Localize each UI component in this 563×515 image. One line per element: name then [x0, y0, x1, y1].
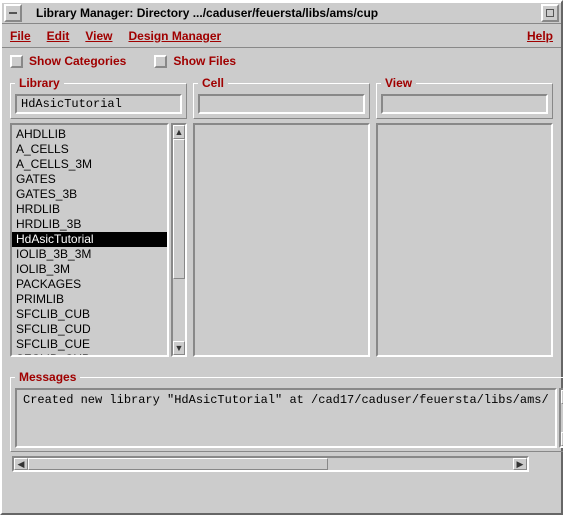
list-item[interactable]: SFCLIB_CUP	[12, 352, 167, 357]
view-fieldset: View	[376, 76, 553, 119]
cell-list[interactable]	[193, 123, 370, 357]
library-scrollbar[interactable]: ▲ ▼	[171, 123, 187, 357]
scroll-right-icon[interactable]: ▶	[513, 458, 527, 470]
library-legend: Library	[15, 76, 64, 90]
list-item[interactable]: HRDLIB_3B	[12, 217, 167, 232]
cell-list-area	[193, 123, 370, 357]
show-categories-label: Show Categories	[29, 54, 126, 68]
list-item[interactable]: GATES	[12, 172, 167, 187]
view-legend: View	[381, 76, 416, 90]
show-files-checkbox[interactable]	[154, 55, 167, 68]
messages-scrollbar[interactable]: ▲ ▼	[559, 388, 563, 448]
messages-section: Messages Created new library "HdAsicTuto…	[2, 370, 561, 476]
library-fieldset: Library	[10, 76, 187, 119]
window-title: Library Manager: Directory .../caduser/f…	[24, 6, 539, 20]
view-column: View	[376, 76, 553, 364]
menu-design-manager[interactable]: Design Manager	[128, 29, 221, 43]
list-item[interactable]: HRDLIB	[12, 202, 167, 217]
cell-input[interactable]	[198, 94, 365, 114]
library-list[interactable]: AHDLLIBA_CELLSA_CELLS_3MGATESGATES_3BHRD…	[10, 123, 169, 357]
hscroll-thumb[interactable]	[28, 458, 328, 470]
messages-text[interactable]: Created new library "HdAsicTutorial" at …	[15, 388, 557, 448]
list-item[interactable]: SFCLIB_CUE	[12, 337, 167, 352]
show-files-label: Show Files	[173, 54, 236, 68]
list-item[interactable]: A_CELLS_3M	[12, 157, 167, 172]
list-item[interactable]: IOLIB_3B_3M	[12, 247, 167, 262]
window-menu-button[interactable]	[4, 4, 22, 22]
toolbar: Show Categories Show Files	[2, 48, 561, 74]
library-column: Library AHDLLIBA_CELLSA_CELLS_3MGATESGAT…	[10, 76, 187, 364]
main-content: Library AHDLLIBA_CELLSA_CELLS_3MGATESGAT…	[2, 74, 561, 370]
scroll-up-icon[interactable]: ▲	[173, 125, 185, 139]
menubar: File Edit View Design Manager Help	[2, 24, 561, 48]
show-categories-checkbox[interactable]	[10, 55, 23, 68]
library-manager-window: Library Manager: Directory .../caduser/f…	[0, 0, 563, 515]
view-list[interactable]	[376, 123, 553, 357]
list-item[interactable]: GATES_3B	[12, 187, 167, 202]
titlebar: Library Manager: Directory .../caduser/f…	[2, 2, 561, 24]
list-item[interactable]: SFCLIB_CUD	[12, 322, 167, 337]
list-item[interactable]: A_CELLS	[12, 142, 167, 157]
cell-legend: Cell	[198, 76, 228, 90]
menu-file[interactable]: File	[10, 29, 31, 43]
library-list-area: AHDLLIBA_CELLSA_CELLS_3MGATESGATES_3BHRD…	[10, 123, 187, 357]
messages-fieldset: Messages Created new library "HdAsicTuto…	[10, 370, 563, 452]
list-item[interactable]: IOLIB_3M	[12, 262, 167, 277]
list-item[interactable]: PACKAGES	[12, 277, 167, 292]
view-input[interactable]	[381, 94, 548, 114]
scroll-down-icon[interactable]: ▼	[173, 341, 185, 355]
cell-fieldset: Cell	[193, 76, 370, 119]
messages-hscrollbar[interactable]: ◀ ▶	[12, 456, 529, 472]
menu-edit[interactable]: Edit	[47, 29, 70, 43]
list-item[interactable]: SFCLIB_CUB	[12, 307, 167, 322]
menu-view[interactable]: View	[85, 29, 112, 43]
messages-legend: Messages	[15, 370, 80, 384]
list-item[interactable]: HdAsicTutorial	[12, 232, 167, 247]
cell-column: Cell	[193, 76, 370, 364]
view-list-area	[376, 123, 553, 357]
library-input[interactable]	[15, 94, 182, 114]
list-item[interactable]: AHDLLIB	[12, 127, 167, 142]
maximize-button[interactable]	[541, 4, 559, 22]
scroll-thumb[interactable]	[173, 139, 185, 279]
scroll-left-icon[interactable]: ◀	[14, 458, 28, 470]
menu-help[interactable]: Help	[527, 29, 553, 43]
list-item[interactable]: PRIMLIB	[12, 292, 167, 307]
